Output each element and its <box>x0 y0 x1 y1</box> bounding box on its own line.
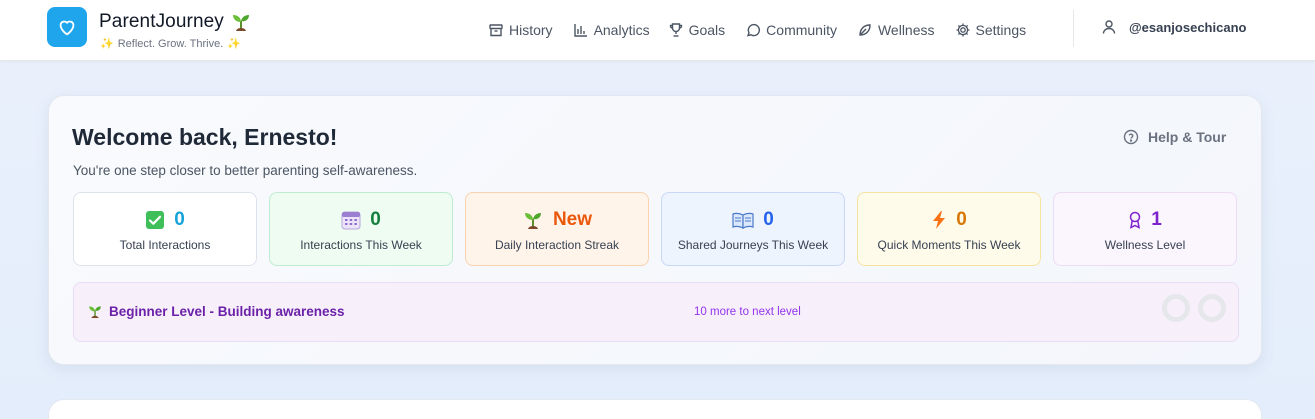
heart-icon <box>59 20 75 36</box>
seedling-icon <box>232 15 249 31</box>
nav-analytics-label: Analytics <box>593 22 650 38</box>
progress-ring <box>1162 294 1190 322</box>
open-book-icon <box>732 212 754 229</box>
stat-label: Wellness Level <box>1104 238 1186 252</box>
calendar-icon <box>341 211 361 230</box>
welcome-title: Welcome back, Ernesto! <box>72 124 338 150</box>
level-title: Beginner Level - Building awareness <box>87 304 345 319</box>
tagline-text: Reflect. Grow. Thrive. <box>117 37 224 50</box>
app-logo[interactable] <box>47 7 87 47</box>
sparkles-icon: ✨ <box>227 38 241 50</box>
nav-history-label: History <box>509 22 553 38</box>
stat-daily-streak: New Daily Interaction Streak <box>465 192 649 266</box>
gear-icon <box>956 23 970 37</box>
stat-value: 0 <box>956 209 967 230</box>
nav-analytics[interactable]: Analytics <box>573 19 650 41</box>
stat-value: 0 <box>370 209 381 230</box>
level-title-text: Beginner Level - Building awareness <box>109 304 345 319</box>
main-nav: History Analytics Goals Community Wellne… <box>488 19 1026 41</box>
stat-quick-moments: 0 Quick Moments This Week <box>857 192 1041 266</box>
stat-label: Interactions This Week <box>300 238 422 252</box>
leaf-icon <box>859 24 871 36</box>
stat-value: 0 <box>763 209 774 230</box>
trophy-icon <box>669 23 682 37</box>
level-next-text: 10 more to next level <box>694 306 801 318</box>
check-box-icon <box>146 211 165 229</box>
stat-value: New <box>552 209 593 230</box>
brand: ParentJourney <box>99 11 252 33</box>
award-icon <box>1129 211 1141 229</box>
stat-total-interactions: 0 Total Interactions <box>73 192 257 266</box>
stat-label: Daily Interaction Streak <box>494 238 620 252</box>
stat-wellness-level: 1 Wellness Level <box>1053 192 1237 266</box>
archive-icon <box>489 24 503 37</box>
stat-label: Total Interactions <box>119 238 211 252</box>
user-menu[interactable]: @esanjosechicano <box>1101 19 1246 35</box>
stat-value: 1 <box>1151 209 1162 230</box>
nav-divider <box>1073 10 1074 47</box>
bar-chart-icon <box>573 24 587 37</box>
nav-history[interactable]: History <box>488 19 553 41</box>
help-circle-icon <box>1123 129 1139 145</box>
help-tour-label: Help & Tour <box>1148 129 1227 145</box>
nav-community-label: Community <box>766 22 837 38</box>
nav-goals[interactable]: Goals <box>668 19 726 41</box>
username: @esanjosechicano <box>1129 19 1247 35</box>
brand-name: ParentJourney <box>99 11 224 32</box>
top-navigation-bar: ParentJourney ✨ Reflect. Grow. Thrive. ✨… <box>0 0 1315 61</box>
sparkles-icon: ✨ <box>100 38 114 50</box>
stat-shared-journeys: 0 Shared Journeys This Week <box>661 192 845 266</box>
stat-label: Quick Moments This Week <box>877 238 1021 252</box>
progress-ring <box>1198 294 1226 322</box>
seedling-icon <box>89 306 101 319</box>
nav-goals-label: Goals <box>688 22 726 38</box>
tagline: ✨ Reflect. Grow. Thrive. ✨ <box>100 37 241 51</box>
level-progress-panel: Beginner Level - Building awareness 10 m… <box>73 282 1239 342</box>
user-icon <box>1102 20 1116 34</box>
nav-community[interactable]: Community <box>745 19 837 41</box>
nav-settings-label: Settings <box>975 22 1027 38</box>
seedling-icon <box>524 213 541 229</box>
stat-label: Shared Journeys This Week <box>677 238 829 252</box>
nav-settings[interactable]: Settings <box>955 19 1027 41</box>
welcome-subtitle: You're one step closer to better parenti… <box>73 163 418 178</box>
stat-value: 0 <box>174 209 185 230</box>
help-tour-button[interactable]: Help & Tour <box>1123 129 1226 145</box>
nav-wellness[interactable]: Wellness <box>857 19 935 41</box>
welcome-card: Welcome back, Ernesto! You're one step c… <box>48 95 1262 365</box>
secondary-card <box>48 399 1262 419</box>
nav-wellness-label: Wellness <box>877 22 935 38</box>
stat-interactions-week: 0 Interactions This Week <box>269 192 453 266</box>
chat-bubble-icon <box>747 23 761 37</box>
lightning-icon <box>933 211 946 229</box>
